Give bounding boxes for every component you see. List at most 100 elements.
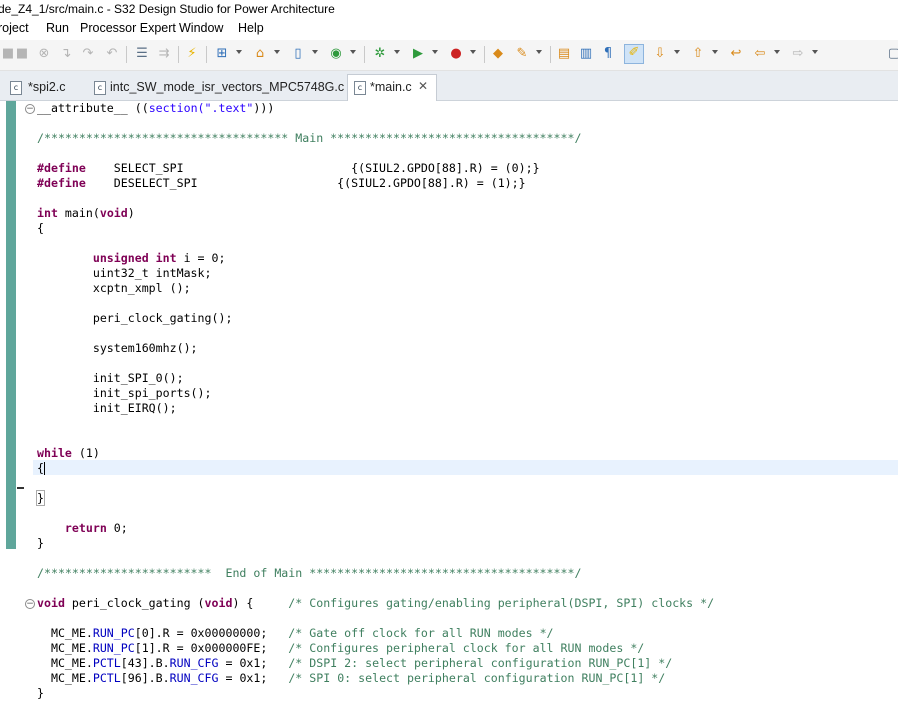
window-title: de_Z4_1/src/main.c - S32 Design Studio f… <box>0 2 335 16</box>
keyword-token: int <box>37 206 58 220</box>
keyword-token: #define <box>37 176 86 190</box>
code-line: { <box>37 221 44 236</box>
code-token: { <box>37 461 44 475</box>
code-line: } <box>36 490 45 506</box>
new-project-icon[interactable]: ⊞ <box>214 46 230 62</box>
comment-token: /* DSPI 2: select peripheral configurati… <box>288 656 673 670</box>
comment-token: /************************ End of Main **… <box>37 566 582 580</box>
keyword-token: void <box>204 596 233 610</box>
external-tools-icon[interactable]: ● <box>448 46 464 62</box>
code-line: MC_ME.RUN_PC[1].R = 0x000000FE; /* Confi… <box>37 641 644 656</box>
code-token: ) { <box>232 596 289 610</box>
step-over-icon[interactable]: ↷ <box>80 46 96 62</box>
text-caret <box>43 462 45 475</box>
code-line: __attribute__ ((section(".text"))) <box>37 101 274 116</box>
code-token: init_SPI_0(); <box>37 371 184 385</box>
comment-token: /*********************************** Mai… <box>37 131 582 145</box>
previous-annotation-icon[interactable]: ⇧ <box>690 46 706 62</box>
tab-label: intc_SW_mode_isr_vectors_MPC5748G.c <box>110 80 345 94</box>
annotation-icon[interactable]: ▤ <box>556 46 572 62</box>
build-icon[interactable]: ⌂ <box>252 46 268 62</box>
window-titlebar: de_Z4_1/src/main.c - S32 Design Studio f… <box>0 0 898 18</box>
code-token: MC_ME. <box>37 671 93 685</box>
new-class-icon[interactable]: ◉ <box>328 46 344 62</box>
back-icon[interactable]: ⇦ <box>752 46 768 62</box>
code-token: ))) <box>253 101 275 115</box>
quick-access-icon[interactable]: ▢ <box>886 46 898 62</box>
disconnect-icon[interactable]: ⊗ <box>36 46 52 62</box>
new-source-icon[interactable]: ▯ <box>290 46 306 62</box>
code-token: MC_ME. <box>37 641 93 655</box>
menu-window[interactable]: Window <box>179 21 223 35</box>
menu-help[interactable]: Help <box>238 21 264 35</box>
highlight-icon[interactable]: ✐ <box>624 44 644 64</box>
paragraph-icon[interactable]: ¶ <box>600 46 616 62</box>
code-line: #define SELECT_SPI {(SIUL2.GPDO[88].R) =… <box>37 161 540 176</box>
field-token: RUN_CFG <box>169 671 219 685</box>
code-token: xcptn_xmpl (); <box>37 281 191 295</box>
code-editor[interactable]: − − __attribute__ ((section(".text"))) /*… <box>0 101 898 704</box>
list-icon[interactable]: ☰ <box>134 46 150 62</box>
c-file-icon: c <box>94 81 106 95</box>
code-line: int main(void) <box>37 206 135 221</box>
step-into-icon[interactable]: ↴ <box>58 46 74 62</box>
main-toolbar: ■ ■ ⊗ ↴ ↷ ↶ ☰ ⇉ ⚡ ⊞ ⌂ ▯ ◉ ✲ ▶ ● ◆ ✎ ▤ ▥ … <box>0 40 898 71</box>
open-type-icon[interactable]: ◆ <box>490 46 506 62</box>
code-token: = 0x1; <box>218 671 289 685</box>
code-token: (1) <box>71 446 100 460</box>
current-line-highlight <box>33 460 898 475</box>
tab-spi2[interactable]: c *spi2.c <box>2 75 84 99</box>
field-token: RUN_PC <box>92 626 135 640</box>
last-edit-icon[interactable]: ↩ <box>728 46 744 62</box>
menu-project[interactable]: roject <box>0 21 29 35</box>
tab-label: *main.c <box>370 80 412 94</box>
code-token: 0; <box>106 521 128 535</box>
code-token: SELECT_SPI {(SIUL2.GPDO[88].R) = (0);} <box>85 161 540 175</box>
code-token: [1].R = 0x000000FE; <box>134 641 289 655</box>
code-line: #define DESELECT_SPI {(SIUL2.GPDO[88].R)… <box>37 176 526 191</box>
step-return-icon[interactable]: ↶ <box>104 46 120 62</box>
field-token: RUN_PC <box>92 641 135 655</box>
fold-collapse-icon[interactable]: − <box>25 599 35 609</box>
debug-icon[interactable]: ✲ <box>372 46 388 62</box>
outline-icon[interactable]: ▥ <box>578 46 594 62</box>
code-line: uint32_t intMask; <box>37 266 212 281</box>
editor-tabbar: c *spi2.c c intc_SW_mode_isr_vectors_MPC… <box>0 71 898 101</box>
instruction-step-icon[interactable]: ⇉ <box>156 46 172 62</box>
search-icon[interactable]: ✎ <box>514 46 530 62</box>
menu-processor-expert[interactable]: Processor Expert <box>80 21 176 35</box>
keyword-token: void <box>99 206 128 220</box>
tab-label: *spi2.c <box>28 80 66 94</box>
code-line: MC_ME.PCTL[96].B.RUN_CFG = 0x1; /* SPI 0… <box>37 671 665 686</box>
code-line: init_spi_ports(); <box>37 386 212 401</box>
menu-run[interactable]: Run <box>46 21 69 35</box>
keyword-token: unsigned int <box>92 251 177 265</box>
forward-icon[interactable]: ⇨ <box>790 46 806 62</box>
code-token: } <box>36 490 45 506</box>
code-line: MC_ME.PCTL[43].B.RUN_CFG = 0x1; /* DSPI … <box>37 656 672 671</box>
terminate-all-icon[interactable]: ■ <box>14 46 30 62</box>
run-icon[interactable]: ▶ <box>410 46 426 62</box>
next-annotation-icon[interactable]: ⇩ <box>652 46 668 62</box>
code-line: xcptn_xmpl (); <box>37 281 191 296</box>
field-token: PCTL <box>92 656 121 670</box>
tab-intc-sw-mode[interactable]: c intc_SW_mode_isr_vectors_MPC5748G.c <box>88 75 344 99</box>
lightning-icon[interactable]: ⚡ <box>184 46 200 62</box>
code-token: } <box>37 536 44 550</box>
code-line: system160mhz(); <box>37 341 198 356</box>
code-line: peri_clock_gating(); <box>37 311 233 326</box>
close-icon[interactable]: ✕ <box>418 79 428 93</box>
code-line: { <box>37 461 45 476</box>
code-token: [96].B. <box>120 671 170 685</box>
tab-main[interactable]: c *main.c ✕ <box>347 74 437 101</box>
fold-collapse-icon[interactable]: − <box>25 104 35 114</box>
code-token: main( <box>57 206 100 220</box>
comment-token: /* Configures peripheral clock for all R… <box>288 641 645 655</box>
code-line: } <box>37 686 44 701</box>
change-bar <box>6 101 16 549</box>
string-token: section(".text" <box>148 101 254 115</box>
menu-bar: roject Run Processor Expert Window Help <box>0 18 898 40</box>
code-token: ) <box>127 206 135 220</box>
